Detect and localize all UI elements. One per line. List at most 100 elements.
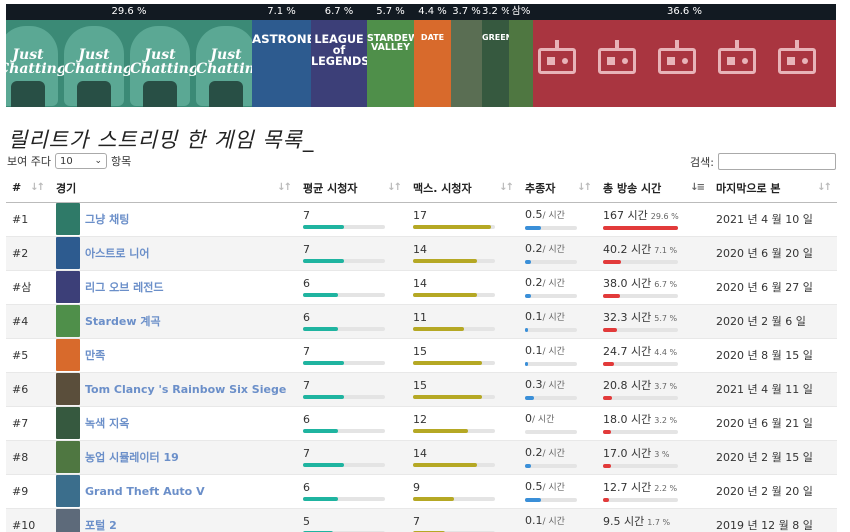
hours-cell-number: 32.3 — [603, 310, 628, 324]
microphone-icon — [209, 81, 243, 107]
sort-icon[interactable]: ↓↑ — [817, 182, 832, 193]
strip-tile-other[interactable]: 36.6 % — [533, 4, 836, 107]
sort-desc-icon[interactable]: ↓≡ — [690, 182, 705, 193]
hours-unit: 시간 — [631, 412, 652, 426]
column-header-4[interactable]: 추종자 ↓↑ — [519, 174, 597, 203]
strip-tile-stardew[interactable]: 5.7 % STARDEW VALLEY — [367, 4, 414, 107]
hours-unit: 시간 — [631, 378, 652, 392]
hours-cell-value: 40.2 시간 7.1 % — [603, 243, 710, 257]
game-thumbnail[interactable] — [56, 271, 80, 303]
table-header-row: # ↓↑ 경기 ↓↑ 평균 시청자 ↓↑ 맥스. 시청자 ↓↑ 추종자 ↓↑ 총 방송 시간 ↓≡ 마지… — [6, 174, 837, 203]
game-link[interactable]: Stardew 계곡 — [85, 313, 161, 329]
sort-icon[interactable]: ↓↑ — [277, 182, 292, 193]
microphone-icon — [77, 81, 111, 107]
followers-cell-bar-fill — [525, 362, 529, 366]
hours-cell-number: 12.7 — [603, 480, 628, 494]
followers-cell: 0.2/ 시간 — [519, 235, 597, 270]
game-thumbnail[interactable] — [56, 339, 80, 371]
followers-cell-number: 0.1 — [525, 310, 543, 323]
page-size-select[interactable]: 10 ⌄ — [54, 153, 107, 169]
game-link[interactable]: 농업 시뮬레이터 19 — [85, 449, 179, 465]
max-viewers-cell-bar-fill — [413, 463, 477, 467]
page-length-control: 보여 주다 10 ⌄ 항목 — [7, 153, 131, 169]
followers-cell-bar — [525, 498, 577, 502]
hours-cell-number: 167 — [603, 208, 624, 222]
game-thumbnail[interactable] — [56, 203, 80, 235]
max-viewers-cell-number: 9 — [413, 481, 420, 494]
column-header-3[interactable]: 맥스. 시청자 ↓↑ — [407, 174, 519, 203]
avg-viewers-cell-number: 6 — [303, 413, 310, 426]
hours-unit: 시간 — [624, 514, 645, 528]
hours-cell-bar-fill — [603, 463, 611, 468]
strip-tile-astroneer[interactable]: 7.1 % ASTRONEER — [252, 4, 311, 107]
column-header-0[interactable]: # ↓↑ — [6, 174, 50, 203]
game-info: 리그 오브 레전드 — [56, 271, 297, 303]
game-thumbnail[interactable] — [56, 305, 80, 337]
hours-cell-value: 24.7 시간 4.4 % — [603, 345, 710, 359]
sort-icon[interactable]: ↓↑ — [387, 182, 402, 193]
strip-tile-league[interactable]: 6.7 % LEAGUE of LEGENDS — [311, 4, 367, 107]
avg-viewers-cell-number: 6 — [303, 277, 310, 290]
avg-viewers-cell-value: 6 — [303, 311, 407, 324]
hours-percent: 2.2 % — [654, 483, 678, 493]
game-link[interactable]: 그냥 채팅 — [85, 211, 129, 227]
strip-game-name: Just Chatting — [196, 47, 252, 77]
sort-icon[interactable]: ↓↑ — [30, 182, 45, 193]
max-viewers-cell: 15 — [407, 337, 519, 372]
sort-icon[interactable]: ↓↑ — [499, 182, 514, 193]
hours-cell-bar-fill — [603, 225, 678, 230]
game-thumbnail[interactable] — [56, 373, 80, 405]
rank-cell: #5 — [6, 337, 50, 372]
game-link[interactable]: Grand Theft Auto V — [85, 485, 205, 498]
game-thumbnail[interactable] — [56, 475, 80, 507]
game-link[interactable]: Tom Clancy 's Rainbow Six Siege — [85, 383, 286, 396]
game-thumbnail[interactable] — [56, 441, 80, 473]
per-hour-unit: / 시간 — [542, 347, 565, 357]
game-link[interactable]: 포털 2 — [85, 517, 117, 532]
column-header-5[interactable]: 총 방송 시간 ↓≡ — [597, 174, 710, 203]
strip-game-name: ASTRONEER — [252, 32, 311, 46]
max-viewers-cell-bar — [413, 395, 495, 399]
strip-tile-update[interactable]: 4.4 % DATE — [414, 4, 451, 107]
column-header-6[interactable]: 마지막으로 본 ↓↑ — [710, 174, 837, 203]
search-input[interactable] — [718, 153, 836, 170]
strip-tile-farm[interactable]: 삼% — [509, 4, 533, 107]
strip-art: DATE — [414, 20, 451, 107]
game-link[interactable]: 리그 오브 레전드 — [85, 279, 164, 295]
game-thumbnail[interactable] — [56, 407, 80, 439]
avg-viewers-cell-number: 6 — [303, 481, 310, 494]
game-thumbnail[interactable] — [56, 509, 80, 532]
hours-cell-value: 32.3 시간 5.7 % — [603, 311, 710, 325]
followers-cell: 0.5/ 시간 — [519, 473, 597, 508]
microphone-icon — [11, 81, 45, 107]
sort-icon[interactable]: ↓↑ — [577, 182, 592, 193]
game-link[interactable]: 아스트로 니어 — [85, 245, 150, 261]
table-body: #1 그냥 채팅 7 17 0.5/ 시간 167 시간 29.6 % 2021 년 4 월 … — [6, 201, 837, 532]
table-row: #4 Stardew 계곡 6 11 0.1/ 시간 32.3 시간 5.7 % 2020 년… — [6, 303, 837, 338]
entries-label: 항목 — [110, 155, 132, 168]
followers-cell-number: 0.2 — [525, 276, 543, 289]
hours-cell-value: 38.0 시간 6.7 % — [603, 277, 710, 291]
hours-cell-bar-fill — [603, 429, 612, 434]
max-viewers-cell-value: 17 — [413, 209, 519, 222]
max-viewers-cell-value: 15 — [413, 345, 519, 358]
max-viewers-cell: 11 — [407, 303, 519, 338]
strip-tile-r6[interactable]: 3.7 % — [451, 4, 482, 107]
avg-viewers-cell-number: 6 — [303, 311, 310, 324]
strip-tile-jc[interactable]: 29.6 %Just ChattingJust ChattingJust Cha… — [6, 4, 252, 107]
search-label: 검색: — [690, 155, 714, 169]
game-thumbnail[interactable] — [56, 237, 80, 269]
followers-cell: 0.3/ 시간 — [519, 371, 597, 406]
column-header-1[interactable]: 경기 ↓↑ — [50, 174, 297, 203]
game-link[interactable]: 녹색 지옥 — [85, 415, 129, 431]
followers-cell-bar — [525, 362, 577, 366]
max-viewers-cell-bar-fill — [413, 395, 482, 399]
gamepad-icon — [718, 48, 756, 74]
followers-cell-bar — [525, 260, 577, 264]
column-label: 마지막으로 본 — [716, 181, 781, 195]
strip-tile-green[interactable]: 3.2 % GREEN — [482, 4, 509, 107]
column-header-2[interactable]: 평균 시청자 ↓↑ — [297, 174, 407, 203]
last-seen-cell: 2020 년 8 월 15 일 — [710, 337, 837, 372]
game-info: Stardew 계곡 — [56, 305, 297, 337]
game-link[interactable]: 만족 — [85, 347, 105, 363]
